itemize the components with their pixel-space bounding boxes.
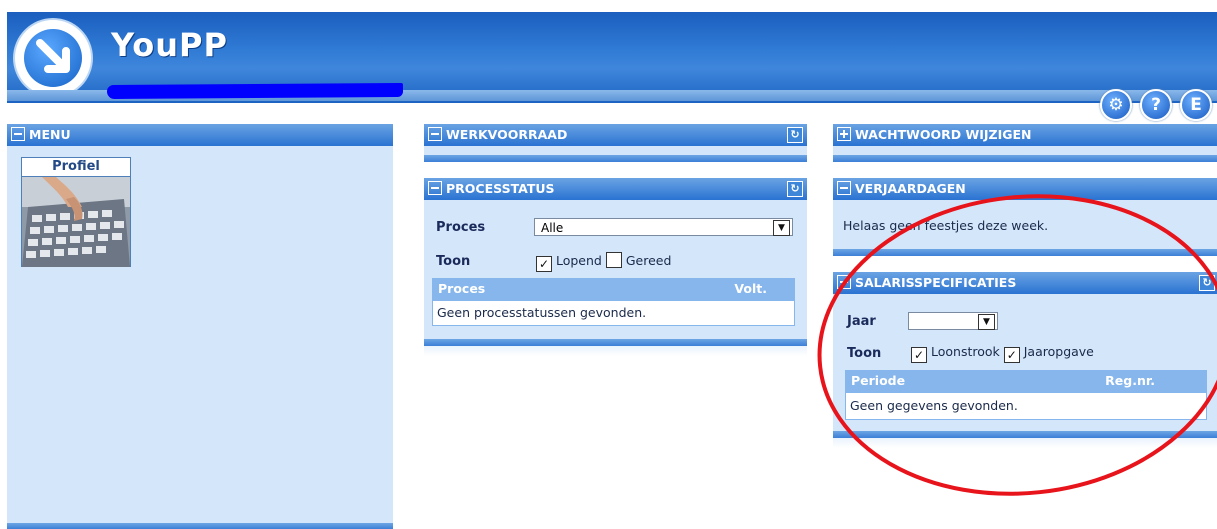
processtatus-footer	[424, 339, 807, 346]
col-periode[interactable]: Periode	[851, 370, 905, 392]
col-proces[interactable]: Proces	[438, 278, 485, 300]
salaris-header[interactable]: SALARISSPECIFICATIES ↻	[833, 272, 1217, 294]
salaris-panel: SALARISSPECIFICATIES ↻ Jaar ▼ Toon ✓ Loo…	[833, 272, 1217, 438]
verjaardagen-header[interactable]: VERJAARDAGEN	[833, 178, 1217, 200]
verjaardagen-text: Helaas geen feestjes deze week.	[843, 218, 1049, 233]
gereed-label: Gereed	[625, 253, 672, 268]
proces-select-value: Alle	[541, 221, 564, 235]
logout-icon[interactable]: E	[1180, 89, 1212, 121]
collapse-icon[interactable]	[428, 127, 442, 141]
salaris-title: SALARISSPECIFICATIES	[855, 275, 1017, 290]
expand-icon[interactable]	[837, 127, 851, 141]
proces-label: Proces	[436, 220, 486, 235]
salaris-table-header: Periode Reg.nr.	[845, 370, 1207, 392]
verjaardagen-footer	[833, 249, 1217, 256]
wachtwoord-header[interactable]: WACHTWOORD WIJZIGEN	[833, 124, 1217, 146]
panel-shadow	[424, 346, 807, 356]
collapse-icon[interactable]	[11, 127, 25, 141]
verjaardagen-panel: VERJAARDAGEN Helaas geen feestjes deze w…	[833, 178, 1217, 256]
werkvoorraad-footer	[424, 155, 807, 162]
loonstrook-label: Loonstrook	[930, 344, 1000, 359]
menu-item-profiel[interactable]: Profiel	[21, 157, 131, 267]
wachtwoord-footer	[833, 155, 1217, 162]
jaaropgave-checkbox[interactable]: ✓	[1003, 347, 1020, 363]
panel-shadow	[833, 438, 1217, 448]
col-volt[interactable]: Volt.	[734, 278, 767, 300]
jaar-select[interactable]: ▼	[908, 312, 998, 330]
app-title: YouPP	[111, 26, 228, 64]
processtatus-title: PROCESSTATUS	[446, 181, 555, 196]
processtatus-panel: PROCESSTATUS ↻ Proces Alle ▼ Toon ✓ Lope…	[424, 178, 807, 346]
refresh-icon[interactable]: ↻	[1199, 275, 1215, 291]
toon-label: Toon	[847, 346, 882, 361]
menu-item-label: Profiel	[22, 158, 130, 177]
wachtwoord-title: WACHTWOORD WIJZIGEN	[855, 127, 1032, 142]
menu-panel: MENU Profiel	[7, 124, 393, 529]
processtatus-table-header: Proces Volt.	[432, 278, 795, 300]
app-header: YouPP	[7, 12, 1217, 103]
proces-select[interactable]: Alle ▼	[534, 218, 793, 236]
jaaropgave-label: Jaaropgave	[1023, 344, 1094, 359]
wachtwoord-panel: WACHTWOORD WIJZIGEN	[833, 124, 1217, 162]
user-settings-icon[interactable]: ⚙	[1100, 89, 1132, 121]
help-icon[interactable]: ?	[1140, 89, 1172, 121]
keyboard-image	[22, 177, 130, 267]
salaris-footer	[833, 431, 1217, 438]
lopend-checkbox[interactable]: ✓	[536, 256, 552, 272]
col-regnr[interactable]: Reg.nr.	[1105, 370, 1155, 392]
lopend-label: Lopend	[555, 253, 602, 268]
collapse-icon[interactable]	[837, 181, 851, 195]
salaris-empty-row: Geen gegevens gevonden.	[845, 392, 1207, 420]
chevron-down-icon[interactable]: ▼	[978, 314, 995, 330]
app-logo-icon	[15, 20, 91, 96]
chevron-down-icon[interactable]: ▼	[773, 220, 790, 236]
loonstrook-checkbox[interactable]: ✓	[911, 347, 927, 363]
werkvoorraad-header[interactable]: WERKVOORRAAD ↻	[424, 124, 807, 146]
werkvoorraad-panel: WERKVOORRAAD ↻	[424, 124, 807, 162]
refresh-icon[interactable]: ↻	[787, 127, 803, 143]
redaction-scribble	[106, 82, 404, 100]
collapse-icon[interactable]	[837, 275, 851, 289]
collapse-icon[interactable]	[428, 181, 442, 195]
gereed-checkbox[interactable]	[605, 252, 622, 268]
verjaardagen-title: VERJAARDAGEN	[855, 181, 966, 196]
processtatus-empty-row: Geen processtatussen gevonden.	[432, 300, 795, 326]
processtatus-header[interactable]: PROCESSTATUS ↻	[424, 178, 807, 200]
menu-panel-footer	[7, 523, 393, 529]
menu-title: MENU	[29, 127, 71, 142]
menu-panel-header[interactable]: MENU	[7, 124, 393, 146]
toon-options: ✓ Loonstrook ✓ Jaaropgave	[911, 344, 1094, 363]
toon-label: Toon	[436, 254, 471, 269]
jaar-label: Jaar	[847, 314, 876, 329]
toon-options: ✓ Lopend Gereed	[536, 252, 671, 272]
werkvoorraad-title: WERKVOORRAAD	[446, 127, 568, 142]
refresh-icon[interactable]: ↻	[787, 181, 803, 197]
